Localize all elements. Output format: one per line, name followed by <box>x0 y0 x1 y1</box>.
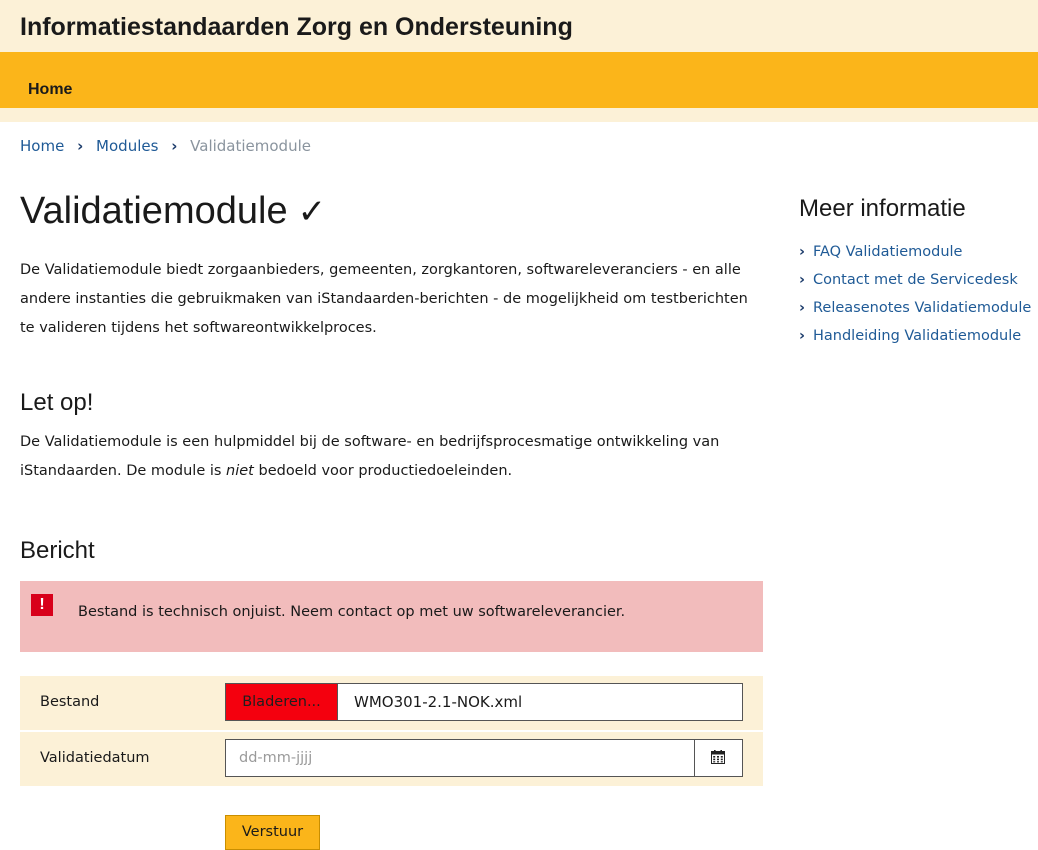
chevron-right-icon: › <box>799 328 805 344</box>
sidebar-link-contact[interactable]: Contact met de Servicedesk <box>813 272 1018 288</box>
checkmark-icon: ✓ <box>297 192 327 232</box>
file-row: Bestand Bladeren... WMO301-2.1-NOK.xml <box>20 676 763 730</box>
nav-item-home[interactable]: Home <box>28 81 72 99</box>
breadcrumb-chevron-icon: › <box>77 137 84 155</box>
sidebar-item-contact: › Contact met de Servicedesk <box>799 268 1038 296</box>
date-field <box>225 739 743 777</box>
sidebar-title: Meer informatie <box>799 195 966 222</box>
intro-paragraph: De Validatiemodule biedt zorgaanbieders,… <box>20 262 748 336</box>
sidebar-link-releasenotes[interactable]: Releasenotes Validatiemodule <box>813 300 1031 316</box>
exclamation-icon: ! <box>31 594 53 616</box>
site-title: Informatiestandaarden Zorg en Ondersteun… <box>20 13 573 41</box>
chevron-right-icon: › <box>799 244 805 260</box>
warning-paragraph: De Validatiemodule is een hulpmiddel bij… <box>20 428 765 486</box>
chevron-right-icon: › <box>799 300 805 316</box>
submit-button[interactable]: Verstuur <box>225 815 320 850</box>
error-alert: ! Bestand is technisch onjuist. Neem con… <box>20 581 763 652</box>
calendar-icon <box>711 750 725 764</box>
sidebar-links: › FAQ Validatiemodule › Contact met de Ser… <box>799 240 1038 352</box>
page-title: Validatiemodule ✓ <box>20 190 326 233</box>
sidebar-item-faq: › FAQ Validatiemodule <box>799 240 1038 268</box>
calendar-button[interactable] <box>694 740 742 776</box>
breadcrumb-modules[interactable]: Modules <box>96 137 158 155</box>
breadcrumb-current: Validatiemodule <box>190 137 311 155</box>
breadcrumb-home[interactable]: Home <box>20 137 64 155</box>
file-label: Bestand <box>40 694 100 710</box>
file-name: WMO301-2.1-NOK.xml <box>354 693 523 711</box>
site-header: Informatiestandaarden Zorg en Ondersteun… <box>0 0 1038 52</box>
sidebar-item-releasenotes: › Releasenotes Validatiemodule <box>799 296 1038 324</box>
date-row: Validatiedatum <box>20 732 763 786</box>
file-input[interactable]: Bladeren... WMO301-2.1-NOK.xml <box>225 683 743 721</box>
breadcrumb: Home › Modules › Validatiemodule <box>20 137 311 155</box>
warning-text-part: bedoeld voor productiedoeleinden. <box>253 463 513 479</box>
warning-heading: Let op! <box>20 389 94 416</box>
browse-button[interactable]: Bladeren... <box>226 684 338 720</box>
sidebar-link-faq[interactable]: FAQ Validatiemodule <box>813 244 963 260</box>
main-nav: Home <box>0 52 1038 108</box>
page-title-text: Validatiemodule <box>20 190 288 232</box>
breadcrumb-chevron-icon: › <box>171 137 178 155</box>
chevron-right-icon: › <box>799 272 805 288</box>
date-label: Validatiedatum <box>40 750 150 766</box>
sidebar-link-handleiding[interactable]: Handleiding Validatiemodule <box>813 328 1021 344</box>
nav-underbar <box>0 108 1038 122</box>
error-message: Bestand is technisch onjuist. Neem conta… <box>78 604 626 620</box>
sidebar-item-handleiding: › Handleiding Validatiemodule <box>799 324 1038 352</box>
date-input[interactable] <box>226 740 694 776</box>
form-heading: Bericht <box>20 537 95 564</box>
warning-text-emphasis: niet <box>226 463 254 479</box>
